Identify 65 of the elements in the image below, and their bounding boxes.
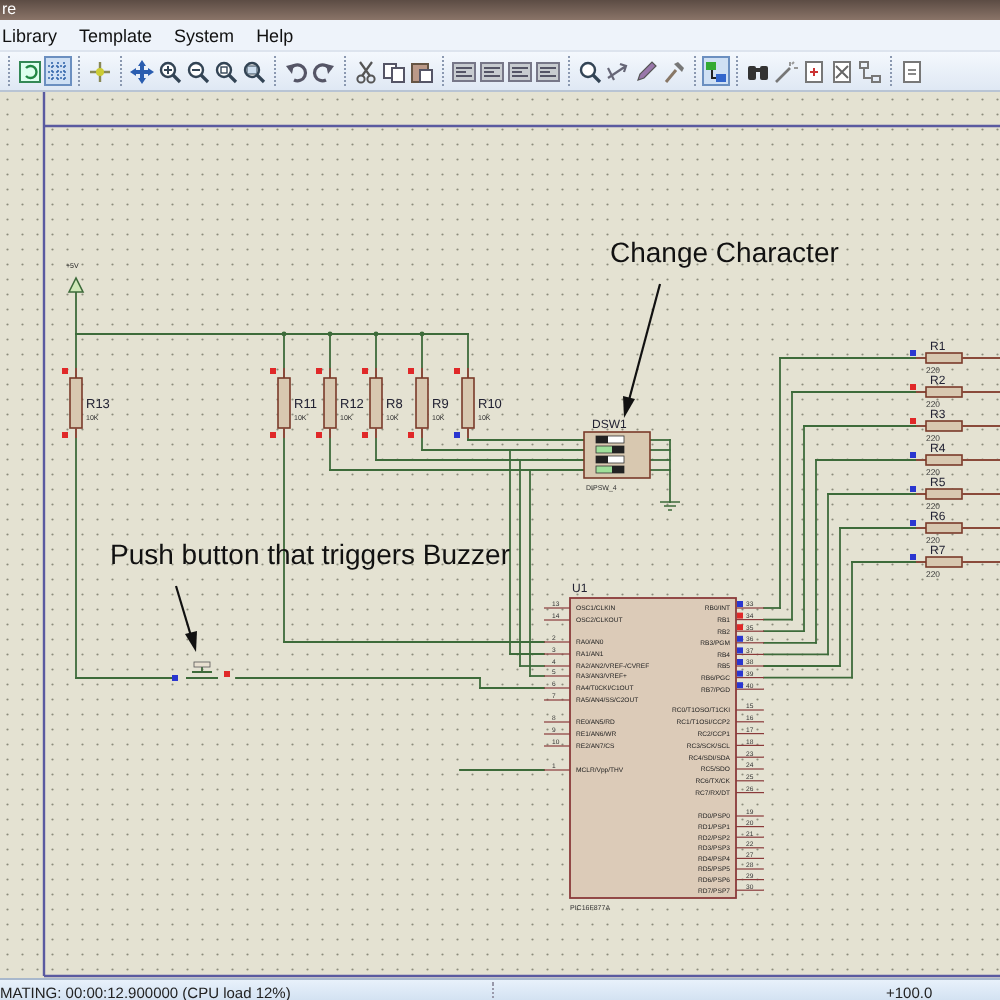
resistor [915, 352, 1000, 364]
resistor [415, 367, 429, 439]
menu-item[interactable]: Help [256, 25, 294, 45]
toolbar-button[interactable] [478, 56, 506, 86]
window-title: re [0, 0, 1000, 20]
zoom-all-icon [214, 59, 238, 83]
grid-icon [46, 59, 70, 83]
origin-icon [88, 59, 112, 83]
zoom-in-icon [158, 59, 182, 83]
arrow [623, 283, 662, 418]
zoom-area-icon [242, 59, 266, 83]
junction-dot [281, 331, 287, 337]
toolbar-button[interactable] [184, 56, 212, 86]
toolbar-button[interactable] [156, 56, 184, 86]
toolbar-button[interactable] [828, 56, 856, 86]
zoom-out-icon [186, 59, 210, 83]
toolbar-button[interactable] [534, 56, 562, 86]
pencil-icon [634, 59, 658, 83]
wand-icon [774, 59, 798, 83]
toolbar-button[interactable] [506, 56, 534, 86]
toolbar-button[interactable] [128, 56, 156, 86]
undo-icon [284, 59, 308, 83]
refresh-icon [18, 59, 42, 83]
resistor [323, 367, 337, 439]
resistor [915, 522, 1000, 534]
toolbar-button[interactable] [800, 56, 828, 86]
wire [459, 769, 545, 771]
toolbar-button[interactable] [702, 56, 730, 86]
toolbar-button[interactable] [576, 56, 604, 86]
power-terminal [67, 276, 85, 293]
annotation: Change Character [610, 236, 839, 268]
resistor [915, 420, 1000, 432]
toolbar-button[interactable] [240, 56, 268, 86]
toolbar-button[interactable] [352, 56, 380, 86]
toolbar-button[interactable] [212, 56, 240, 86]
resistor [915, 386, 1000, 398]
toolbar-button[interactable] [632, 56, 660, 86]
cut-icon [354, 59, 378, 83]
resistor [369, 367, 383, 439]
document-icon [900, 59, 924, 83]
arrow [174, 585, 197, 652]
junction-dot [419, 331, 425, 337]
delete-sheet-icon [830, 59, 854, 83]
resistor [461, 367, 475, 439]
menu-item[interactable]: Library [2, 25, 58, 45]
ground-symbol [659, 501, 681, 511]
hammer-icon [662, 59, 686, 83]
copy-icon [382, 59, 406, 83]
junction-dot [373, 331, 379, 337]
toolbar-button[interactable] [450, 56, 478, 86]
pan-icon [130, 59, 154, 83]
resistor [915, 488, 1000, 500]
arrows-icon [606, 59, 630, 83]
magnifier-icon [578, 59, 602, 83]
add-sheet-icon [802, 59, 826, 83]
paste-icon [410, 59, 434, 83]
junction-dot [327, 331, 333, 337]
resistor [69, 367, 83, 439]
menu-item[interactable]: System [174, 25, 235, 45]
redo-icon [312, 59, 336, 83]
resistor [277, 367, 291, 439]
resistor [915, 454, 1000, 466]
resistor [915, 556, 1000, 568]
tree-icon [858, 59, 882, 83]
menu-item[interactable]: Template [79, 25, 153, 45]
